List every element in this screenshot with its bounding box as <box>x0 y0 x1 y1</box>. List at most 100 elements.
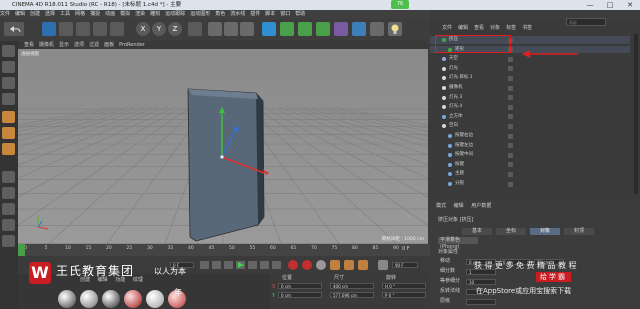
timeline-ruler[interactable]: 0 5 10 15 20 25 30 35 40 45 50 55 60 65 70 75 80 85 90 0 F <box>18 244 430 256</box>
menu-item[interactable]: 文件 <box>0 11 10 17</box>
tweak-mode-icon[interactable] <box>2 187 15 199</box>
render-settings-icon[interactable] <box>240 22 254 36</box>
subtab-caps[interactable]: 封顶 <box>564 228 594 235</box>
visibility-toggle-icon[interactable] <box>508 66 513 72</box>
light-icon[interactable] <box>388 22 402 36</box>
rotate-tool-icon[interactable] <box>93 22 107 36</box>
subdivision-icon[interactable] <box>298 22 312 36</box>
coordinate-system-icon[interactable] <box>188 22 202 36</box>
object-menu-item[interactable]: 书签 <box>522 25 532 31</box>
viewport-menu-item[interactable]: 显示 <box>59 42 69 48</box>
deformer-icon[interactable] <box>334 22 348 36</box>
go-to-end-button[interactable] <box>272 261 281 269</box>
menu-item[interactable]: 流水线 <box>230 11 245 17</box>
polygons-mode-icon[interactable] <box>2 143 15 155</box>
position-x-field[interactable]: 0 cm <box>278 283 322 289</box>
object-row[interactable]: 灯光.目标.1 <box>430 74 630 82</box>
menu-item[interactable]: 动画 <box>105 11 115 17</box>
texture-mode-icon[interactable] <box>2 77 15 89</box>
attr-tab-userdata[interactable]: 用户数据 <box>471 203 491 209</box>
object-row[interactable]: 分裂 <box>430 180 630 188</box>
object-row[interactable]: 按键左边 <box>430 142 630 150</box>
perspective-viewport[interactable]: 透视视图 网格间距 : 1000 cm <box>18 49 428 244</box>
menu-item[interactable]: 运动图形 <box>190 11 210 17</box>
menu-item[interactable]: 选择 <box>45 11 55 17</box>
close-button[interactable]: ✕ <box>620 0 640 10</box>
object-row[interactable]: 灯光 <box>430 65 630 73</box>
viewport-menu-item[interactable]: 选项 <box>74 42 84 48</box>
position-y-field[interactable]: 0 cm <box>278 292 322 298</box>
menu-item[interactable]: 捕捉 <box>90 11 100 17</box>
size-x-field[interactable]: 400 cm <box>330 283 374 289</box>
scale-tool-icon[interactable] <box>76 22 90 36</box>
size-y-field[interactable]: 577.096 cm <box>330 292 374 298</box>
make-editable-icon[interactable] <box>2 45 15 57</box>
keyframe-selection-button[interactable] <box>316 260 326 270</box>
visibility-toggle-icon[interactable] <box>508 181 513 187</box>
menu-item[interactable]: 渲染 <box>135 11 145 17</box>
object-menu-item[interactable]: 查看 <box>474 25 484 31</box>
object-row[interactable]: 立方体 <box>430 113 630 121</box>
x-axis-button[interactable]: X <box>136 22 150 36</box>
move-tool-icon[interactable] <box>59 22 73 36</box>
menu-item[interactable]: 网格 <box>75 11 85 17</box>
menu-item[interactable]: 编辑 <box>15 11 25 17</box>
floor-icon[interactable] <box>352 22 366 36</box>
phong-tab[interactable]: 平滑着色(Phong) <box>438 237 478 250</box>
visibility-toggle-icon[interactable] <box>508 95 513 101</box>
viewport-menu-item[interactable]: 过滤 <box>89 42 99 48</box>
scale-key-button[interactable] <box>344 260 354 270</box>
camera-icon[interactable] <box>370 22 384 36</box>
axis-mode-icon[interactable] <box>2 171 15 183</box>
viewport-menu-item[interactable]: 查看 <box>24 42 34 48</box>
subtab-coord[interactable]: 坐标 <box>496 228 526 235</box>
menu-item[interactable]: 工具 <box>60 11 70 17</box>
viewport-menu-item[interactable]: 摄像机 <box>39 42 54 48</box>
object-menu-item[interactable]: 对象 <box>490 25 500 31</box>
attr-tab-edit[interactable]: 编辑 <box>454 203 464 209</box>
visibility-toggle-icon[interactable] <box>508 114 513 120</box>
lock-workplane-icon[interactable] <box>2 219 15 231</box>
object-row[interactable]: 空白 <box>430 122 630 130</box>
visibility-toggle-icon[interactable] <box>508 162 513 168</box>
menu-item[interactable]: 窗口 <box>280 11 290 17</box>
previous-key-button[interactable] <box>212 261 221 269</box>
menu-item[interactable]: 雕刻 <box>150 11 160 17</box>
menu-item[interactable]: 创建 <box>30 11 40 17</box>
z-axis-button[interactable]: Z <box>168 22 182 36</box>
attr-tab-mode[interactable]: 模式 <box>436 203 446 209</box>
object-menu-item[interactable]: 编辑 <box>458 25 468 31</box>
model-mode-icon[interactable] <box>2 61 15 73</box>
menu-item[interactable]: 帮助 <box>295 11 305 17</box>
timeline-playhead[interactable] <box>18 244 25 256</box>
menu-item[interactable]: 角色 <box>215 11 225 17</box>
position-key-button[interactable] <box>330 260 340 270</box>
autokey-button[interactable] <box>302 260 312 270</box>
object-search-input[interactable] <box>566 18 606 26</box>
points-mode-icon[interactable] <box>2 111 15 123</box>
visibility-toggle-icon[interactable] <box>508 85 513 91</box>
rotation-h-field[interactable]: H 0 ° <box>382 283 426 289</box>
edges-mode-icon[interactable] <box>2 127 15 139</box>
render-picture-viewer-icon[interactable] <box>224 22 238 36</box>
object-row[interactable]: 摄像机 <box>430 84 630 92</box>
next-key-button[interactable] <box>260 261 269 269</box>
cube-primitive-icon[interactable] <box>262 22 276 36</box>
menu-item[interactable]: 插件 <box>250 11 260 17</box>
undo-button[interactable] <box>4 22 24 36</box>
viewport-menu-item[interactable]: 面板 <box>104 42 114 48</box>
visibility-toggle-icon[interactable] <box>508 133 513 139</box>
viewport-menu-item[interactable]: ProRender <box>119 42 145 48</box>
subtab-basic[interactable]: 基本 <box>462 228 492 235</box>
visibility-toggle-icon[interactable] <box>508 143 513 149</box>
subtab-object[interactable]: 对象 <box>530 228 560 235</box>
snap-icon[interactable] <box>2 203 15 215</box>
minimize-button[interactable]: — <box>580 0 600 10</box>
previous-frame-button[interactable] <box>224 261 233 269</box>
rotation-key-button[interactable] <box>358 260 368 270</box>
move-arrow-tool-icon[interactable] <box>42 22 56 36</box>
maximize-button[interactable]: □ <box>600 0 620 10</box>
object-row[interactable]: 灯光.4 <box>430 103 630 111</box>
visibility-toggle-icon[interactable] <box>508 56 513 62</box>
visibility-toggle-icon[interactable] <box>508 123 513 129</box>
